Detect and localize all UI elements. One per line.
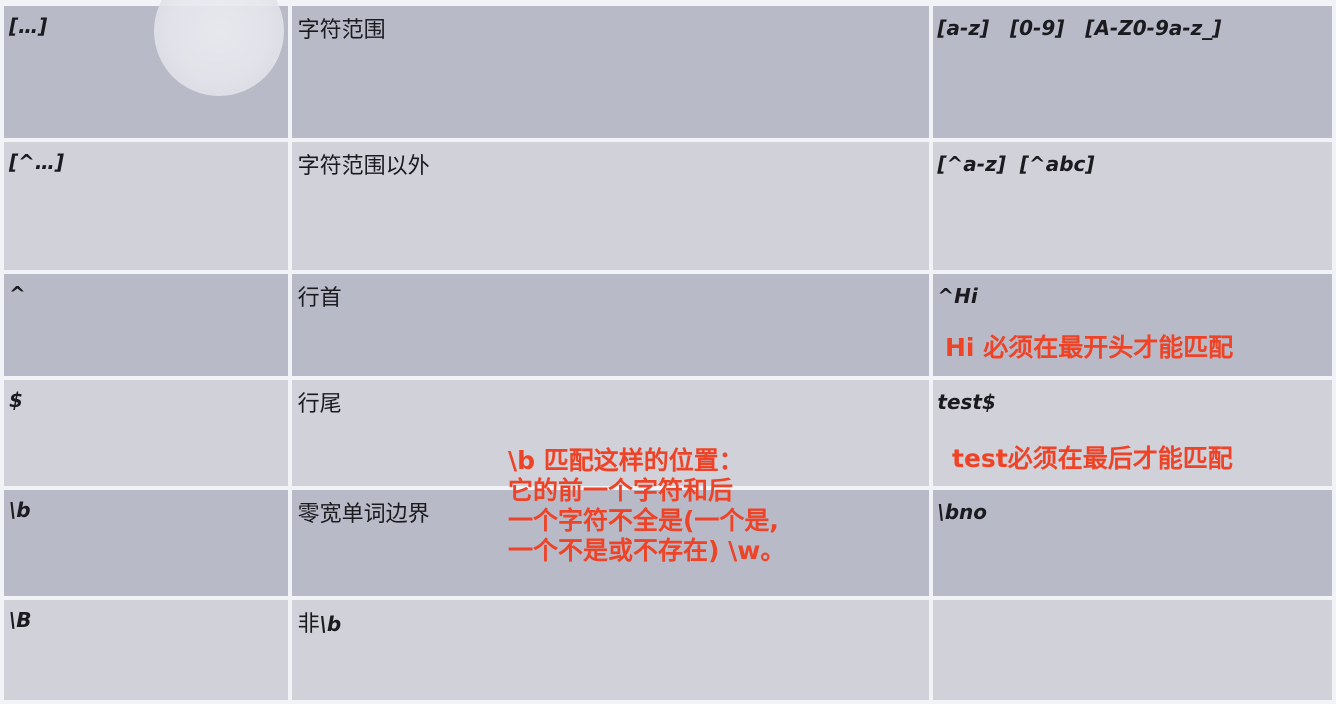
b-annotation-line: \b 匹配这样的位置： <box>508 446 744 475</box>
description-text: 行尾 <box>297 392 342 417</box>
b-annotation-line: 它的前一个字符和后 <box>508 476 734 505</box>
example-text: [a-z] [0-9] [A-Z0-9a-z_] <box>937 16 1222 40</box>
b-annotation-line: 一个不是或不存在) \w。 <box>508 536 786 565</box>
description-text: 行首 <box>297 286 342 311</box>
symbol-cell: \b <box>4 490 292 600</box>
symbol-text: [^…] <box>9 150 65 174</box>
description-cell: 行首 <box>291 274 934 380</box>
b-annotation-line: 一个字符不全是(一个是, <box>508 506 779 535</box>
example-cell <box>933 600 1332 704</box>
example-text: \bno <box>937 500 987 524</box>
symbol-text: $ <box>9 388 23 412</box>
description-prefix: 非 <box>297 612 320 637</box>
description-cell: 字符范围以外 <box>291 142 934 274</box>
example-text <box>933 600 1332 610</box>
symbol-text: \B <box>9 608 32 632</box>
symbol-cell: ^ <box>4 274 292 380</box>
description-symbol: \b <box>319 612 342 636</box>
table-row: \B 非\b <box>4 600 1332 704</box>
example-text: test$ <box>937 390 996 414</box>
description-cell: 字符范围 <box>291 6 934 142</box>
symbol-cell: \B <box>4 600 292 704</box>
description-text: 非\b <box>292 600 930 638</box>
table-row: ^ 行首 ^Hi <box>4 274 1332 380</box>
example-cell: \bno <box>933 490 1332 600</box>
example-text: ^Hi <box>937 284 978 308</box>
test-annotation: test必须在最后才能匹配 <box>952 444 1233 473</box>
description-cell: 非\b <box>291 600 934 704</box>
description-text: 字符范围以外 <box>297 154 430 179</box>
description-text: 字符范围 <box>297 18 386 43</box>
b-annotation: \b 匹配这样的位置： 它的前一个字符和后 一个字符不全是(一个是, 一个不是或… <box>508 446 785 566</box>
table-row: [^…] 字符范围以外 [^a-z] [^abc] <box>4 142 1332 274</box>
symbol-cell: [^…] <box>4 142 292 274</box>
example-cell: [^a-z] [^abc] <box>933 142 1332 274</box>
symbol-text: \b <box>9 498 31 522</box>
symbol-cell: $ <box>4 380 292 490</box>
symbol-text: ^ <box>9 282 26 306</box>
hi-annotation: Hi 必须在最开头才能匹配 <box>945 333 1234 362</box>
example-cell: [a-z] [0-9] [A-Z0-9a-z_] <box>933 6 1332 142</box>
example-cell: ^Hi <box>933 274 1332 380</box>
example-text: [^a-z] [^abc] <box>937 152 1095 176</box>
